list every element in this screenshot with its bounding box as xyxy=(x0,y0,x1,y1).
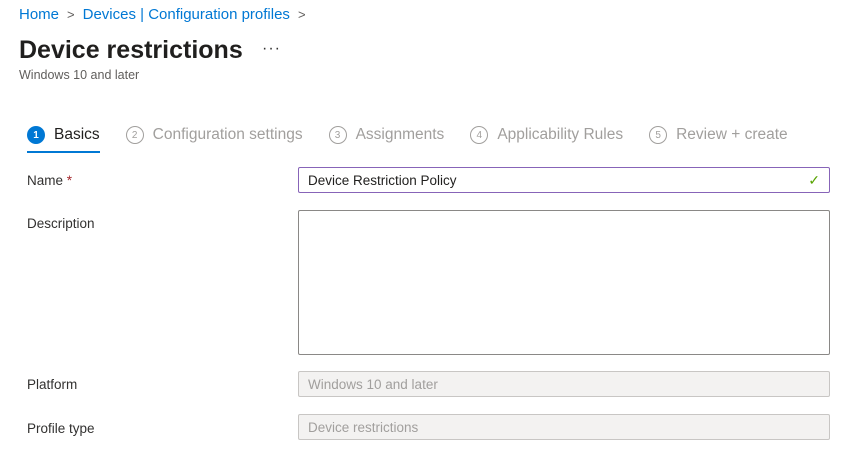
profile-type-field: Device restrictions xyxy=(298,414,830,440)
step-number: 2 xyxy=(125,126,144,144)
page-subtitle: Windows 10 and later xyxy=(19,68,140,82)
platform-label: Platform xyxy=(27,377,78,392)
tab-review-create[interactable]: 5 Review + create xyxy=(649,126,788,152)
page-title: Device restrictions xyxy=(19,36,243,64)
chevron-right-icon: > xyxy=(67,7,75,22)
step-label: Configuration settings xyxy=(152,126,303,143)
name-label: Name * xyxy=(27,173,72,188)
required-marker: * xyxy=(66,173,73,188)
more-options-icon[interactable]: ··· xyxy=(262,40,281,58)
name-value: Device Restriction Policy xyxy=(308,172,457,188)
step-label: Assignments xyxy=(355,126,445,143)
step-label: Review + create xyxy=(676,126,788,143)
breadcrumb: Home > Devices | Configuration profiles … xyxy=(19,6,306,23)
step-number: 3 xyxy=(328,126,347,144)
platform-field: Windows 10 and later xyxy=(298,371,830,397)
step-number: 5 xyxy=(649,126,668,144)
name-input[interactable]: Device Restriction Policy ✓ xyxy=(298,167,830,193)
step-number: 4 xyxy=(470,126,489,144)
step-label: Applicability Rules xyxy=(497,126,624,143)
profile-type-label: Profile type xyxy=(27,421,95,436)
wizard-steps: 1 Basics 2 Configuration settings 3 Assignm… xyxy=(27,126,788,153)
tab-assignments[interactable]: 3 Assignments xyxy=(328,126,445,152)
checkmark-icon: ✓ xyxy=(808,171,820,188)
step-label: Basics xyxy=(54,126,100,143)
step-number: 1 xyxy=(27,126,45,144)
breadcrumb-home[interactable]: Home xyxy=(19,6,59,23)
breadcrumb-devices[interactable]: Devices | Configuration profiles xyxy=(83,6,290,23)
chevron-right-icon: > xyxy=(297,7,306,22)
tab-applicability-rules[interactable]: 4 Applicability Rules xyxy=(470,126,623,152)
description-textarea[interactable] xyxy=(298,210,830,355)
tab-basics[interactable]: 1 Basics xyxy=(27,126,100,153)
description-label: Description xyxy=(27,216,95,231)
name-label-text: Name xyxy=(27,173,64,188)
tab-configuration-settings[interactable]: 2 Configuration settings xyxy=(125,126,303,152)
